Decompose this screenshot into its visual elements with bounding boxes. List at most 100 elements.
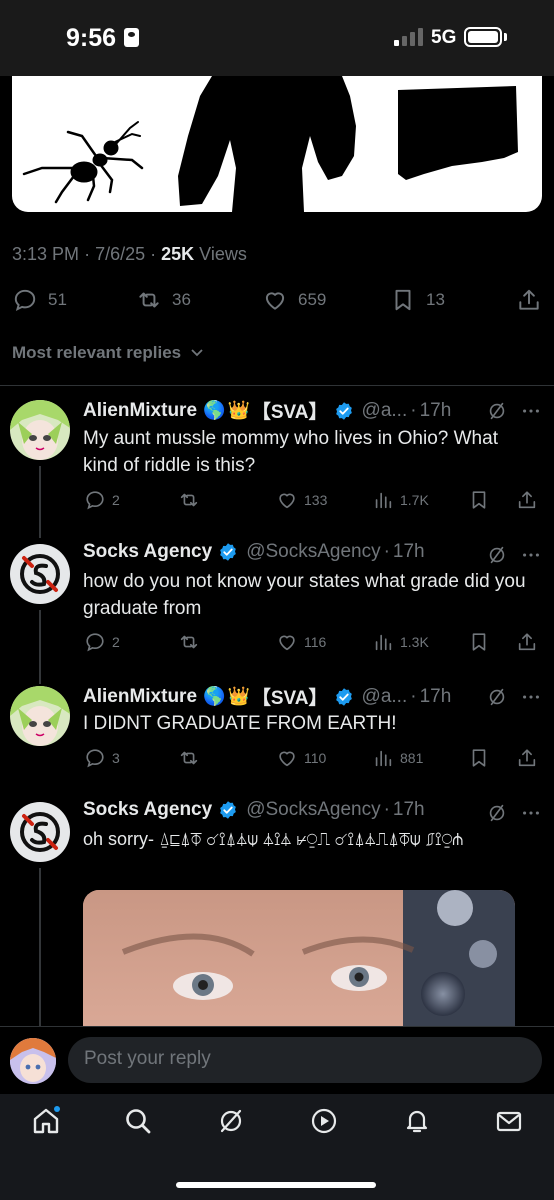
network-label: 5G	[431, 27, 457, 48]
grok-icon[interactable]	[486, 802, 508, 824]
reply-header: AlienMixture 🌎 👑 【SVA】 @a... · 17h	[83, 683, 451, 710]
grok-icon[interactable]	[486, 544, 508, 566]
reply-time: 17h	[419, 399, 452, 421]
signal-icon	[394, 28, 424, 46]
reply-header: Socks Agency @SocksAgency · 17h	[83, 799, 425, 821]
user-avatar[interactable]	[10, 1038, 56, 1084]
grok-icon[interactable]	[216, 1106, 246, 1136]
battery-icon	[464, 27, 502, 47]
reply-input-placeholder: Post your reply	[84, 1048, 211, 1069]
views-icon	[372, 747, 394, 769]
author-tag: 【SVA】	[251, 402, 328, 423]
meta-separator: ·	[410, 399, 417, 421]
search-icon[interactable]	[123, 1106, 153, 1136]
author-handle[interactable]: @SocksAgency	[246, 541, 380, 563]
share-icon	[516, 489, 538, 511]
views-button[interactable]: 1.7K	[372, 489, 429, 511]
repost-icon	[178, 631, 200, 653]
author-name[interactable]: AlienMixture	[83, 686, 197, 708]
like-button[interactable]: 133	[276, 489, 327, 511]
repost-count: 36	[172, 290, 191, 309]
crown-emoji: 👑	[227, 686, 250, 706]
avatar[interactable]	[10, 400, 70, 460]
reply-header: Socks Agency @SocksAgency · 17h	[83, 541, 425, 563]
like-count: 110	[304, 750, 327, 766]
author-name[interactable]: Socks Agency	[83, 541, 212, 563]
state-silhouette	[398, 86, 518, 180]
like-button[interactable]: 116	[276, 631, 326, 653]
avatar[interactable]	[10, 802, 70, 862]
author-handle[interactable]: @a...	[362, 686, 408, 708]
thread-line	[39, 466, 41, 538]
meta-separator: ·	[410, 685, 417, 707]
views-count: 881	[400, 750, 424, 766]
repost-button[interactable]: 36	[136, 286, 191, 314]
reply-count: 2	[112, 492, 120, 508]
more-icon[interactable]	[520, 802, 542, 824]
repost-button[interactable]	[178, 631, 206, 653]
home-icon[interactable]	[31, 1106, 61, 1136]
post-time: 3:13 PM	[12, 244, 80, 264]
verified-badge-icon	[218, 800, 238, 820]
avatar[interactable]	[10, 686, 70, 746]
avatar-image	[10, 544, 70, 604]
bookmark-button[interactable]	[468, 747, 496, 769]
like-button[interactable]: 110	[276, 747, 326, 769]
author-name[interactable]: AlienMixture	[83, 400, 197, 422]
more-icon[interactable]	[520, 400, 542, 422]
share-icon	[519, 289, 539, 310]
reply-media-image	[83, 890, 515, 1026]
replies-sort-dropdown[interactable]: Most relevant replies	[12, 343, 204, 363]
meta-separator: ·	[84, 244, 96, 264]
reply-media[interactable]	[83, 890, 515, 1026]
repost-icon	[178, 489, 200, 511]
reply-icon	[14, 289, 36, 312]
avatar[interactable]	[10, 544, 70, 604]
share-button[interactable]	[516, 747, 544, 769]
avatar-image	[10, 686, 70, 746]
author-name[interactable]: Socks Agency	[83, 799, 212, 821]
bookmark-button[interactable]	[468, 631, 496, 653]
repost-button[interactable]	[178, 747, 206, 769]
ant-silhouette	[22, 121, 144, 204]
grok-icon[interactable]	[486, 686, 508, 708]
mail-icon[interactable]	[494, 1106, 524, 1136]
reply-count: 2	[112, 634, 120, 650]
reply-button[interactable]: 3	[84, 747, 120, 769]
author-handle[interactable]: @SocksAgency	[246, 799, 380, 821]
bookmark-button[interactable]	[468, 489, 496, 511]
author-tag: 【SVA】	[251, 688, 328, 709]
views-label: Views	[199, 244, 247, 264]
bookmark-button[interactable]: 13	[390, 286, 445, 314]
more-icon[interactable]	[520, 686, 542, 708]
chevron-down-icon	[191, 349, 203, 357]
views-button[interactable]: 881	[372, 747, 423, 769]
reply-text: how do you not know your states what gra…	[83, 571, 526, 619]
like-count: 133	[304, 492, 328, 508]
reply-time: 17h	[392, 541, 425, 562]
bell-icon[interactable]	[402, 1106, 432, 1136]
repost-button[interactable]	[178, 489, 206, 511]
verified-badge-icon	[218, 542, 238, 562]
meta-separator: ·	[383, 541, 390, 562]
share-button[interactable]	[516, 286, 552, 314]
reply-count: 3	[112, 750, 120, 766]
user-avatar-image	[10, 1038, 56, 1084]
share-button[interactable]	[516, 631, 544, 653]
reply-icon	[84, 631, 106, 653]
post-image[interactable]	[12, 76, 542, 212]
grok-icon[interactable]	[486, 400, 508, 422]
reply-button[interactable]: 2	[84, 489, 120, 511]
avatar-image	[10, 400, 70, 460]
like-button[interactable]: 659	[262, 286, 326, 314]
more-icon[interactable]	[520, 544, 542, 566]
battery-tip	[504, 33, 507, 41]
share-button[interactable]	[516, 489, 544, 511]
author-handle[interactable]: @a...	[362, 400, 408, 422]
reply-button[interactable]: 51	[12, 286, 67, 314]
verified-badge-icon	[334, 687, 354, 707]
video-play-icon[interactable]	[309, 1106, 339, 1136]
views-button[interactable]: 1.3K	[372, 631, 429, 653]
reply-button[interactable]: 2	[84, 631, 120, 653]
reply-text: My aunt mussle mommy who lives in Ohio? …	[83, 428, 498, 476]
